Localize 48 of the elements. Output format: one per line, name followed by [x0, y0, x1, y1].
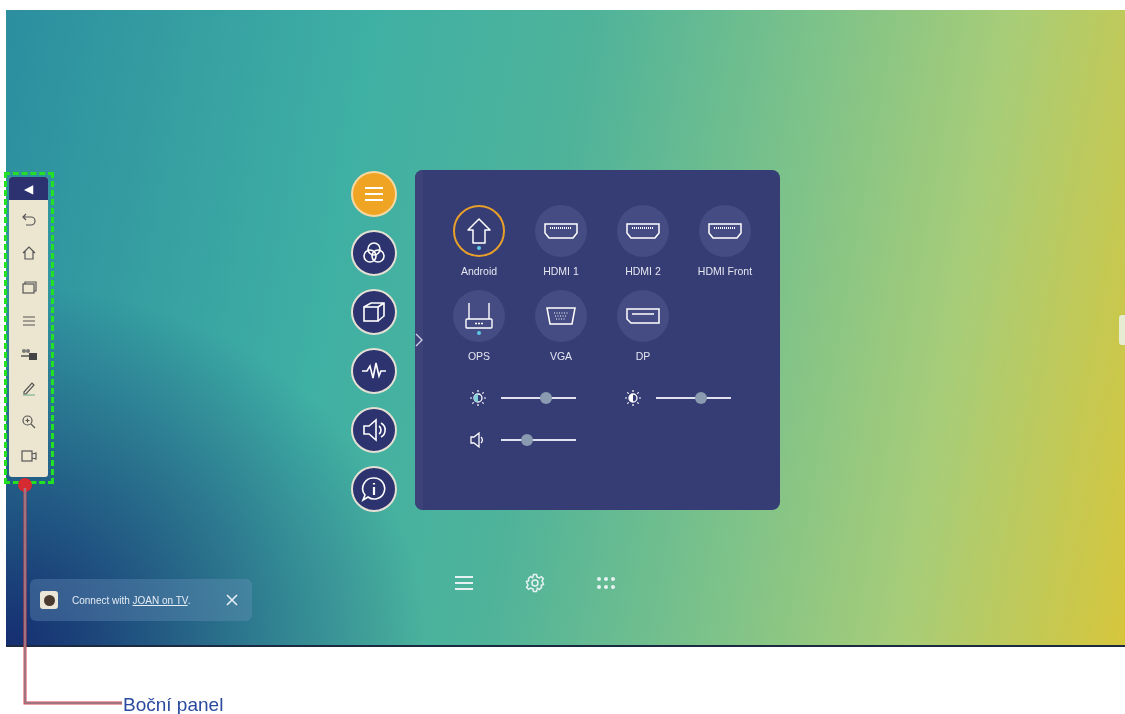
color-circles-icon — [361, 240, 387, 266]
joan-link[interactable]: JOAN on TV — [132, 594, 188, 606]
contrast-icon — [624, 389, 642, 407]
vga-port-icon — [546, 307, 576, 325]
menu-button[interactable] — [351, 348, 397, 394]
source-label: HDMI Front — [696, 265, 754, 278]
menu-icon — [363, 186, 385, 202]
source-label: Android — [459, 265, 499, 278]
hdmi-port-icon — [626, 223, 660, 239]
slider-thumb[interactable] — [695, 392, 707, 404]
menu-button[interactable] — [351, 230, 397, 276]
app-logo-icon — [40, 591, 58, 609]
displayport-icon — [626, 308, 660, 324]
cube-icon — [361, 299, 387, 325]
info-icon — [361, 476, 387, 502]
source-label: HDMI 1 — [542, 265, 580, 278]
source-label: DP — [634, 350, 652, 363]
active-dot — [477, 331, 481, 335]
pen-icon[interactable] — [20, 380, 37, 397]
source-button[interactable] — [453, 290, 505, 342]
source-label: OPS — [466, 350, 492, 363]
speaker-icon — [361, 417, 387, 443]
source-button[interactable] — [535, 290, 587, 342]
collapse-button[interactable]: ◀ — [9, 177, 48, 200]
close-icon[interactable] — [226, 594, 238, 606]
slider-thumb[interactable] — [521, 434, 534, 446]
slider-thumb[interactable] — [540, 392, 552, 404]
source-button[interactable] — [535, 205, 587, 257]
source-button[interactable] — [617, 290, 669, 342]
hdmi-port-icon — [708, 223, 742, 239]
notification-text: Connect with JOAN on TV. — [72, 594, 192, 606]
source-button[interactable] — [453, 205, 505, 257]
zoom-icon[interactable] — [20, 414, 37, 431]
chevron-right-icon[interactable] — [415, 333, 423, 347]
menu-button[interactable] — [351, 289, 397, 335]
brightness-icon — [469, 389, 487, 407]
active-dot — [477, 246, 481, 250]
hdmi-port-icon — [544, 223, 578, 239]
router-icon — [464, 301, 494, 331]
panel-handle[interactable] — [1119, 315, 1125, 345]
camera-icon[interactable] — [19, 448, 38, 465]
windows-icon[interactable] — [20, 278, 37, 295]
source-label: HDMI 2 — [624, 265, 662, 278]
source-button[interactable] — [699, 205, 751, 257]
menu-button[interactable] — [351, 466, 397, 512]
source-label: VGA — [548, 350, 574, 363]
menu-button[interactable] — [351, 407, 397, 453]
source-button[interactable] — [617, 205, 669, 257]
